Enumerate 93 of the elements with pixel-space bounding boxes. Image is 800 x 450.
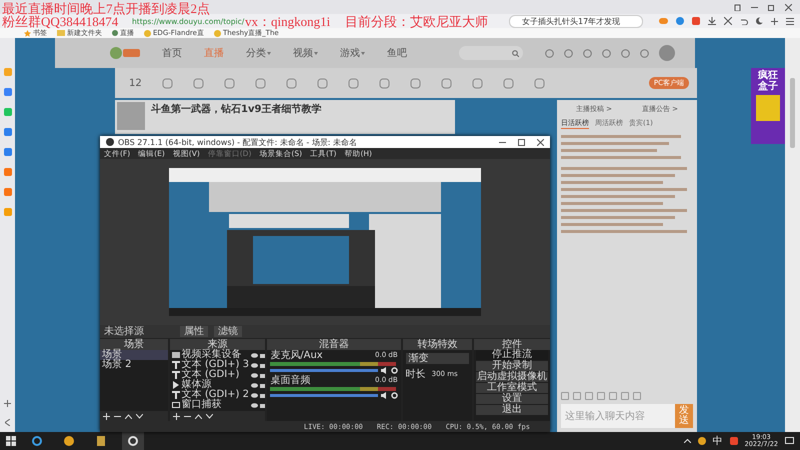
dock-title: 转场特效 (402, 339, 472, 350)
duration-label: 时长 (406, 368, 426, 381)
add-icon[interactable] (103, 412, 110, 420)
search-field[interactable]: 女子插头扎针头17年才发现 (509, 14, 643, 28)
notification-icon[interactable] (785, 437, 794, 445)
speaker-icon[interactable] (380, 392, 388, 399)
up-chevron-icon[interactable] (125, 414, 132, 418)
source-item[interactable]: 视频采集设备 (182, 350, 250, 360)
sidebar-app-icon[interactable] (4, 128, 12, 136)
window-icon (172, 402, 180, 408)
chevron-up-icon[interactable] (684, 439, 691, 443)
settings-icon[interactable] (390, 392, 398, 399)
search-icon[interactable] (512, 50, 519, 56)
caret-icon (314, 52, 318, 54)
down-chevron-icon[interactable] (136, 414, 143, 418)
control-button[interactable]: 工作室模式 (476, 383, 548, 393)
control-button[interactable]: 启动虚拟摄像机 (476, 372, 548, 382)
source-item[interactable]: 文本 (GDI+) 3 (182, 360, 250, 370)
add-icon[interactable] (771, 18, 778, 24)
control-button[interactable]: 开始录制 (476, 361, 548, 371)
dock-title: 控件 (474, 339, 550, 350)
nav-link[interactable]: 鱼吧 (387, 46, 407, 60)
channel-name: 桌面音频 (270, 376, 310, 386)
scene-item[interactable]: 场景 (100, 350, 168, 360)
caret-icon (361, 52, 365, 54)
smiley-icon (214, 30, 221, 36)
play-icon (172, 381, 180, 389)
control-button[interactable]: 设置 (476, 394, 548, 404)
download-icon[interactable] (708, 17, 716, 25)
window-title: OBS 27.1.1 (64-bit, windows) - 配置文件: 未命名 - 场景: 未命名 (118, 136, 358, 148)
up-chevron-icon[interactable] (194, 414, 202, 418)
add-icon[interactable] (4, 400, 11, 407)
camera-icon (172, 352, 180, 358)
control-button[interactable]: 退出 (476, 405, 548, 415)
caret-icon (267, 52, 271, 54)
app-icon[interactable] (730, 437, 738, 445)
down-chevron-icon[interactable] (206, 414, 213, 418)
stream-title: 斗鱼第一武器，钻石1v9王者细节教学 (151, 102, 322, 117)
source-bar-button[interactable]: 滤镜 (214, 326, 242, 337)
source-bar-button[interactable]: 属性 (180, 326, 208, 337)
scene-item[interactable]: 场景 2 (100, 360, 168, 370)
maximize-icon[interactable] (518, 138, 525, 146)
source-item[interactable]: 文本 (GDI+) (182, 370, 250, 380)
star-icon (24, 30, 31, 36)
dock-title: 场景 (100, 339, 168, 350)
dock-title: 来源 (170, 339, 266, 350)
transition-dropdown[interactable]: 渐变 (406, 353, 470, 364)
source-item[interactable]: 媒体源 (182, 380, 250, 390)
app-icon[interactable] (698, 437, 706, 445)
no-source-label: 未选择源 (104, 326, 145, 338)
menu-icon[interactable] (786, 18, 794, 24)
overlay-caption: 目前分段：艾欧尼亚大师 (345, 14, 488, 29)
nav-link[interactable]: 首页 (162, 46, 182, 60)
app-icon[interactable] (64, 436, 74, 446)
overlay-caption: 最近直播时间晚上7点开播到凌晨2点 (2, 1, 210, 16)
text-icon (172, 391, 180, 399)
nav-link[interactable]: 视频 (293, 46, 318, 60)
input-method-indicator[interactable]: 中 (712, 434, 723, 448)
overlay-caption: vx：qingkong1i (245, 14, 330, 29)
source-item[interactable]: 窗口捕获 (182, 400, 250, 410)
control-button[interactable]: 停止推流 (476, 350, 548, 360)
source-item[interactable]: 文本 (GDI+) 2 (182, 390, 250, 400)
dock-title: 混音器 (267, 339, 401, 350)
nav-link[interactable]: 分类 (246, 46, 271, 60)
close-icon[interactable] (785, 4, 792, 10)
sidebar-app-icon[interactable] (4, 148, 12, 156)
add-icon[interactable] (172, 412, 180, 420)
undo-icon[interactable] (740, 17, 748, 25)
settings-icon[interactable] (390, 367, 398, 374)
restore-icon[interactable] (768, 4, 775, 10)
site-icon (112, 30, 118, 36)
nav-link[interactable]: 游戏 (340, 46, 365, 60)
count-label: 12 (129, 78, 142, 88)
scrollbar-thumb[interactable] (790, 78, 795, 148)
smiley-icon (144, 30, 151, 36)
ad-banner[interactable]: 疯狂盒子 (751, 68, 785, 144)
ad-title: 疯狂盒子 (758, 70, 778, 92)
moon-icon[interactable] (756, 17, 763, 25)
windows-icon[interactable] (6, 436, 16, 446)
site-search-field[interactable] (459, 46, 523, 60)
chat-bubble-icon[interactable] (676, 17, 684, 25)
speaker-icon[interactable] (380, 367, 388, 374)
obs-icon[interactable] (128, 436, 138, 446)
browser-icon[interactable] (32, 436, 42, 446)
photo-placeholder (117, 102, 145, 130)
channel-name: 麦克风/Aux (270, 351, 323, 361)
product-drawing (756, 95, 780, 121)
chat-input-field[interactable]: 这里输入聊天内容 (561, 404, 675, 428)
overlay-caption: 粉丝群QQ384418474 (2, 14, 118, 29)
obs-icon (106, 138, 114, 146)
collapse-icon[interactable] (5, 419, 10, 426)
close-icon[interactable] (537, 138, 544, 146)
sidebar-app-icon[interactable] (4, 88, 12, 96)
